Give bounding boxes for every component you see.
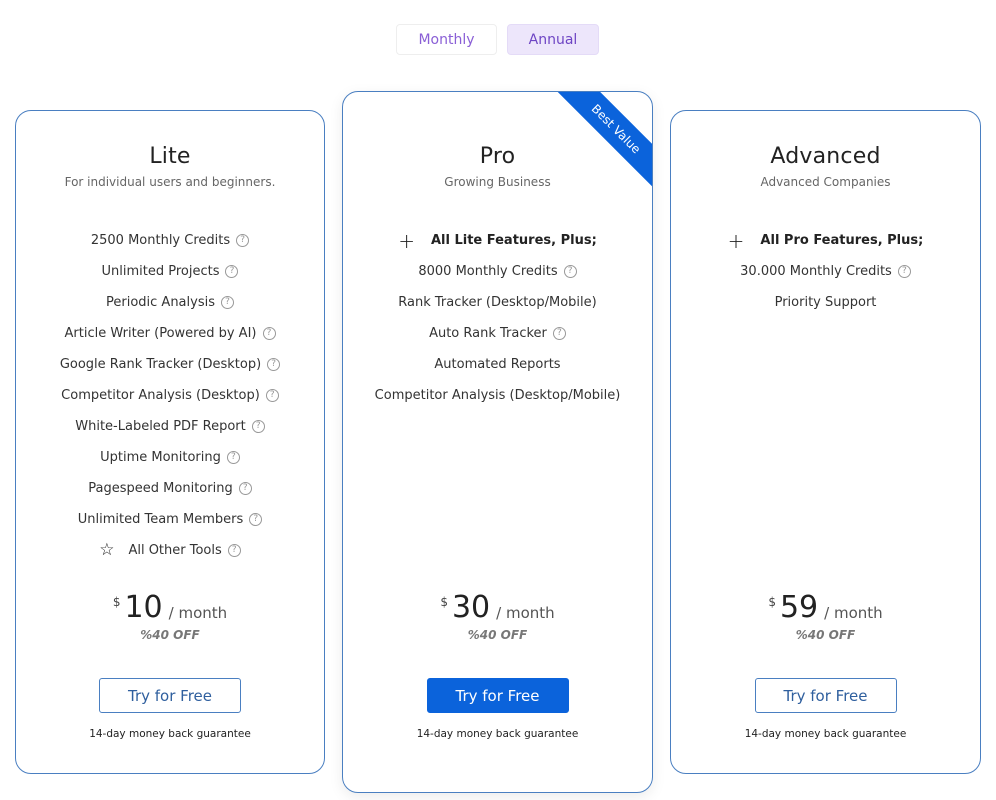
- feature-item: White-Labeled PDF Report?: [16, 411, 324, 442]
- help-icon[interactable]: ?: [267, 358, 281, 371]
- help-icon[interactable]: ?: [238, 482, 252, 495]
- price: $ 30 / month: [343, 591, 652, 625]
- price-period: / month: [496, 604, 555, 622]
- plan-subtitle: Growing Business: [444, 175, 551, 189]
- price-period: / month: [824, 604, 883, 622]
- feature-label: Auto Rank Tracker: [429, 326, 547, 341]
- feature-label: Competitor Analysis (Desktop): [61, 388, 260, 403]
- feature-label: Periodic Analysis: [106, 295, 215, 310]
- currency-symbol: $: [112, 595, 121, 609]
- price-block: $ 30 / month %40 OFF: [343, 591, 652, 643]
- feature-item: Priority Support: [671, 287, 980, 318]
- feature-label: Article Writer (Powered by AI): [64, 326, 257, 341]
- plan-header: Pro Growing Business: [343, 144, 652, 189]
- price-block: $ 59 / month %40 OFF: [671, 591, 980, 643]
- monthly-toggle-button[interactable]: Monthly: [396, 24, 497, 55]
- discount-label: %40 OFF: [795, 628, 856, 642]
- help-icon[interactable]: ?: [221, 296, 234, 309]
- feature-label: 2500 Monthly Credits: [90, 233, 231, 248]
- feature-label: All Lite Features, Plus;: [430, 233, 597, 248]
- plan-card-advanced: Advanced Advanced Companies + All Pro Fea…: [670, 110, 981, 774]
- feature-item: Rank Tracker (Desktop/Mobile): [343, 287, 652, 318]
- feature-list: + All Pro Features, Plus; 30.000 Monthly C…: [671, 225, 980, 318]
- discount-label: %40 OFF: [140, 628, 200, 642]
- feature-label: Automated Reports: [434, 357, 561, 372]
- feature-item: Pagespeed Monitoring?: [16, 473, 324, 504]
- help-icon[interactable]: ?: [226, 451, 240, 464]
- help-icon[interactable]: ?: [897, 265, 911, 278]
- feature-item: Unlimited Team Members?: [16, 504, 324, 535]
- currency-symbol: $: [768, 595, 776, 609]
- feature-item: Unlimited Projects?: [16, 256, 324, 287]
- guarantee-note: 14-day money back guarantee: [744, 728, 907, 740]
- feature-item: Uptime Monitoring?: [16, 442, 324, 473]
- feature-label: Google Rank Tracker (Desktop): [59, 357, 262, 372]
- plan-name: Advanced: [770, 144, 881, 169]
- price-block: $ 10 / month %40 OFF: [16, 591, 324, 643]
- price-amount: 10: [124, 590, 163, 625]
- help-icon[interactable]: ?: [262, 327, 276, 340]
- help-icon[interactable]: ?: [227, 544, 241, 557]
- help-icon[interactable]: ?: [265, 389, 279, 402]
- feature-item: Article Writer (Powered by AI)?: [16, 318, 324, 349]
- help-icon[interactable]: ?: [251, 420, 265, 433]
- feature-label: 8000 Monthly Credits: [418, 264, 558, 279]
- feature-list: + All Lite Features, Plus; 8000 Monthly Cr…: [343, 225, 652, 411]
- star-icon: ☆: [99, 540, 115, 560]
- feature-item: 2500 Monthly Credits?: [16, 225, 324, 256]
- help-icon[interactable]: ?: [249, 513, 263, 526]
- guarantee-note: 14-day money back guarantee: [416, 728, 579, 740]
- feature-item: + All Pro Features, Plus;: [671, 225, 980, 256]
- try-for-free-button[interactable]: Try for Free: [754, 678, 897, 713]
- plan-card-lite: Lite For individual users and beginners.…: [15, 110, 325, 774]
- feature-label: Priority Support: [774, 295, 877, 310]
- feature-item: 30.000 Monthly Credits?: [671, 256, 980, 287]
- plan-subtitle: Advanced Companies: [760, 175, 891, 189]
- plan-name: Lite: [149, 144, 191, 169]
- price: $ 59 / month: [671, 591, 980, 625]
- price-amount: 30: [451, 590, 491, 625]
- billing-toggle: Monthly Annual: [396, 24, 599, 55]
- feature-item: Competitor Analysis (Desktop/Mobile): [343, 380, 652, 411]
- feature-item: Automated Reports: [343, 349, 652, 380]
- feature-list: 2500 Monthly Credits? Unlimited Projects?…: [16, 225, 324, 566]
- plus-icon: +: [727, 228, 745, 253]
- try-for-free-button[interactable]: Try for Free: [426, 678, 569, 713]
- feature-label: Pagespeed Monitoring: [88, 481, 233, 496]
- feature-item: ☆ All Other Tools?: [16, 535, 324, 566]
- feature-item: 8000 Monthly Credits?: [343, 256, 652, 287]
- plus-icon: +: [398, 228, 415, 253]
- feature-label: White-Labeled PDF Report: [75, 419, 246, 434]
- feature-item: Auto Rank Tracker?: [343, 318, 652, 349]
- feature-item: Competitor Analysis (Desktop)?: [16, 380, 324, 411]
- feature-label: All Other Tools: [128, 543, 222, 558]
- feature-item: Periodic Analysis?: [16, 287, 324, 318]
- discount-label: %40 OFF: [467, 628, 528, 642]
- plan-header: Lite For individual users and beginners.: [16, 144, 324, 189]
- feature-label: Uptime Monitoring: [100, 450, 221, 465]
- plan-subtitle: For individual users and beginners.: [64, 175, 276, 189]
- feature-label: Competitor Analysis (Desktop/Mobile): [374, 388, 621, 403]
- price-period: / month: [168, 604, 228, 622]
- currency-symbol: $: [440, 595, 448, 609]
- plan-name: Pro: [479, 144, 516, 169]
- plan-card-pro: Best Value Pro Growing Business + All Lit…: [342, 91, 653, 793]
- help-icon[interactable]: ?: [563, 265, 577, 278]
- plan-header: Advanced Advanced Companies: [671, 144, 980, 189]
- feature-label: All Pro Features, Plus;: [760, 233, 924, 248]
- feature-label: Unlimited Projects: [101, 264, 220, 279]
- feature-label: 30.000 Monthly Credits: [740, 264, 892, 279]
- price-amount: 59: [779, 590, 819, 625]
- feature-label: Rank Tracker (Desktop/Mobile): [398, 295, 597, 310]
- feature-item: Google Rank Tracker (Desktop)?: [16, 349, 324, 380]
- feature-item: + All Lite Features, Plus;: [343, 225, 652, 256]
- help-icon[interactable]: ?: [236, 234, 250, 247]
- help-icon[interactable]: ?: [552, 327, 566, 340]
- feature-label: Unlimited Team Members: [77, 512, 244, 527]
- price: $ 10 / month: [16, 591, 324, 625]
- annual-toggle-button[interactable]: Annual: [507, 24, 599, 55]
- guarantee-note: 14-day money back guarantee: [89, 728, 251, 740]
- help-icon[interactable]: ?: [225, 265, 239, 278]
- try-for-free-button[interactable]: Try for Free: [99, 678, 241, 713]
